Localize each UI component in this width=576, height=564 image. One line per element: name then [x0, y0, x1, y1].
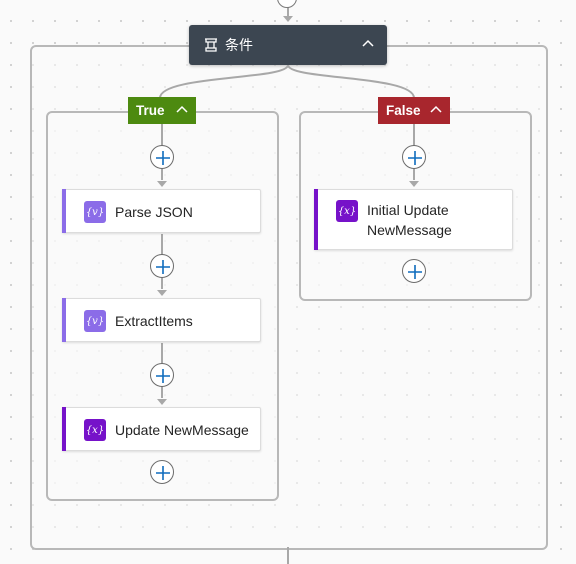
true-flow-arrow-1 — [157, 181, 167, 187]
action-card-parse-json[interactable]: {v} Parse JSON — [62, 189, 261, 233]
action-label: Update NewMessage — [115, 422, 249, 438]
true-flow-arrow-2 — [157, 290, 167, 296]
add-step-button[interactable] — [150, 145, 174, 169]
action-accent — [62, 298, 66, 342]
action-accent — [62, 189, 66, 233]
action-label: Parse JSON — [115, 204, 193, 220]
plus-icon — [408, 151, 422, 165]
plus-icon — [156, 466, 170, 480]
bottom-connector-line — [287, 547, 289, 564]
plus-icon — [408, 265, 422, 279]
parse-json-icon: {v} — [84, 201, 106, 223]
false-branch-header[interactable]: False — [378, 97, 450, 124]
action-card-initial-update-newmessage[interactable]: {x} Initial Update NewMessage — [314, 189, 513, 250]
true-branch-label: True — [136, 103, 165, 118]
add-step-button[interactable] — [150, 363, 174, 387]
true-flow-arrow-3 — [157, 399, 167, 405]
variable-icon: {x} — [336, 200, 358, 222]
action-card-update-newmessage[interactable]: {x} Update NewMessage — [62, 407, 261, 451]
true-branch-header[interactable]: True — [128, 97, 196, 124]
false-branch-label: False — [386, 103, 421, 118]
plus-icon — [156, 369, 170, 383]
add-step-button[interactable] — [402, 145, 426, 169]
add-step-button[interactable] — [150, 254, 174, 278]
add-step-button[interactable] — [402, 259, 426, 283]
add-step-button[interactable] — [150, 460, 174, 484]
parse-json-icon: {v} — [84, 310, 106, 332]
action-label-line1: Initial Update — [367, 202, 449, 218]
false-collapse-chevron-icon[interactable] — [426, 100, 446, 120]
variable-icon: {x} — [84, 419, 106, 441]
true-collapse-chevron-icon[interactable] — [172, 100, 192, 120]
action-accent — [314, 189, 318, 250]
action-accent — [62, 407, 66, 451]
action-card-extract-items[interactable]: {v} ExtractItems — [62, 298, 261, 342]
action-label-line2: NewMessage — [367, 222, 452, 238]
action-label: ExtractItems — [115, 313, 193, 329]
plus-icon — [156, 151, 170, 165]
false-flow-arrow-1 — [409, 181, 419, 187]
plus-icon — [156, 260, 170, 274]
